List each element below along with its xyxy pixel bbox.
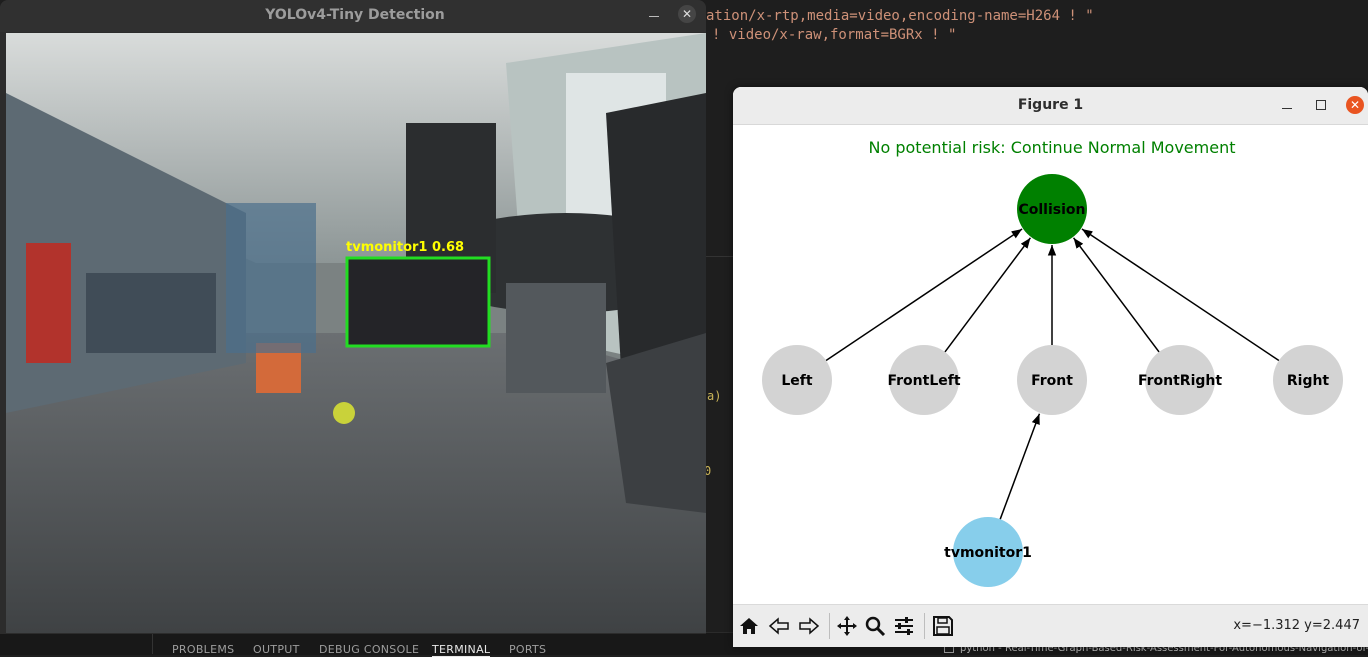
home-icon bbox=[740, 618, 758, 634]
node-label-left: Left bbox=[781, 373, 813, 389]
configure-subplots-icon bbox=[895, 617, 913, 635]
toolbar-separator bbox=[924, 613, 925, 639]
yolo-titlebar[interactable]: YOLOv4-Tiny Detection ✕ bbox=[0, 0, 706, 32]
zoom-icon bbox=[865, 616, 886, 637]
forward-icon bbox=[799, 617, 820, 635]
close-icon: ✕ bbox=[681, 7, 693, 21]
code-fragment: a) bbox=[707, 389, 722, 403]
detection-label: tvmonitor1 0.68 bbox=[346, 240, 464, 255]
cursor-coordinates: x=−1.312 y=2.447 bbox=[1233, 618, 1360, 633]
pan-button[interactable] bbox=[834, 613, 860, 639]
save-icon bbox=[933, 616, 953, 636]
home-button[interactable] bbox=[736, 613, 762, 639]
status-text: No potential risk: Continue Normal Movem… bbox=[869, 138, 1236, 157]
close-button[interactable]: ✕ bbox=[1346, 96, 1364, 114]
tab-terminal[interactable]: TERMINAL bbox=[432, 643, 491, 657]
node-label-frontleft: FrontLeft bbox=[887, 373, 960, 389]
yolo-window: YOLOv4-Tiny Detection ✕ tvmonitor1 0.68 bbox=[0, 0, 706, 634]
figure-window: Figure 1 ✕ No potential risk: Continue N… bbox=[733, 87, 1368, 647]
figure-window-title: Figure 1 bbox=[1017, 97, 1084, 113]
yolo-window-title: YOLOv4-Tiny Detection bbox=[265, 7, 445, 23]
tab-problems[interactable]: PROBLEMS bbox=[172, 643, 234, 656]
edge-tvmonitor1-to-front bbox=[999, 413, 1041, 520]
back-button[interactable] bbox=[766, 613, 792, 639]
node-label-right: Right bbox=[1287, 373, 1330, 389]
pan-icon bbox=[837, 616, 857, 636]
camera-image: tvmonitor1 0.68 bbox=[6, 33, 706, 633]
graph-canvas[interactable]: No potential risk: Continue Normal Movem… bbox=[733, 124, 1368, 604]
plot-toolbar: x=−1.312 y=2.447 bbox=[733, 604, 1368, 647]
zoom-button[interactable] bbox=[862, 613, 888, 639]
graph-nodes: Collision Left FrontLeft Front FrontRight Rig… bbox=[762, 174, 1343, 587]
close-button[interactable]: ✕ bbox=[678, 5, 696, 23]
risk-graph: No potential risk: Continue Normal Movem… bbox=[762, 138, 1343, 587]
edge-right-to-collision bbox=[1081, 228, 1280, 362]
save-button[interactable] bbox=[930, 613, 956, 639]
close-icon: ✕ bbox=[1349, 98, 1361, 112]
editor-divider bbox=[706, 256, 736, 257]
panel-divider bbox=[152, 634, 153, 654]
forward-button[interactable] bbox=[796, 613, 822, 639]
code-line: ation/x-rtp,media=video,encoding-name=H2… bbox=[706, 8, 1094, 24]
minimize-button[interactable] bbox=[649, 16, 659, 17]
edge-left-to-collision bbox=[825, 228, 1023, 362]
edge-frontleft-to-collision bbox=[944, 237, 1032, 353]
tab-ports[interactable]: PORTS bbox=[509, 643, 546, 656]
minimize-button[interactable] bbox=[1282, 108, 1292, 109]
configure-subplots-button[interactable] bbox=[891, 613, 917, 639]
node-label-tvmonitor1: tvmonitor1 bbox=[944, 545, 1032, 561]
node-label-frontright: FrontRight bbox=[1138, 373, 1222, 389]
figure-titlebar[interactable]: Figure 1 ✕ bbox=[733, 87, 1368, 125]
back-icon bbox=[768, 617, 789, 635]
code-line: ! video/x-raw,format=BGRx ! " bbox=[712, 27, 957, 43]
edge-frontright-to-collision bbox=[1072, 237, 1160, 353]
node-label-collision: Collision bbox=[1018, 202, 1085, 218]
tab-output[interactable]: OUTPUT bbox=[253, 643, 300, 656]
tab-debug-console[interactable]: DEBUG CONSOLE bbox=[319, 643, 419, 656]
camera-feed: tvmonitor1 0.68 bbox=[6, 33, 706, 633]
toolbar-separator bbox=[829, 613, 830, 639]
maximize-button[interactable] bbox=[1316, 100, 1326, 110]
node-label-front: Front bbox=[1031, 373, 1073, 389]
